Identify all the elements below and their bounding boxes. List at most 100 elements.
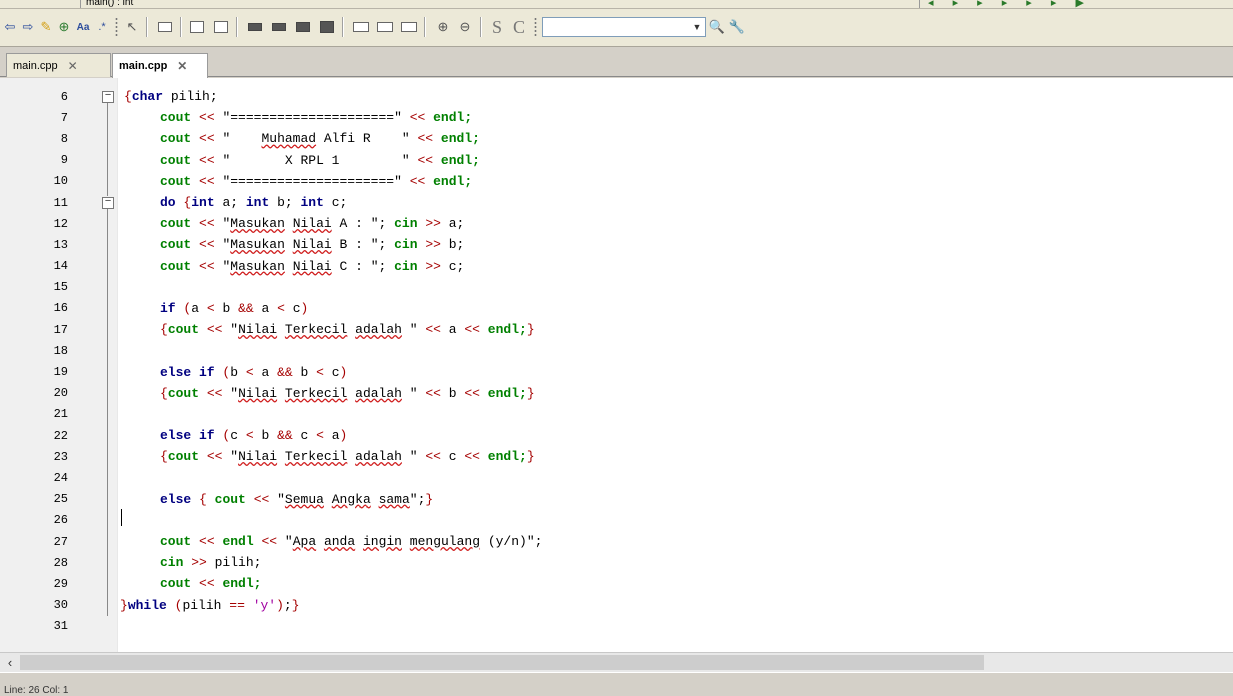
line-number: 27 — [53, 534, 68, 549]
line-number: 21 — [53, 407, 68, 422]
frame1-icon[interactable] — [352, 17, 370, 37]
line-number: 9 — [60, 153, 68, 168]
separator — [180, 17, 182, 37]
line-number: 23 — [53, 449, 68, 464]
tab-main-cpp-1[interactable]: main.cpp ✕ — [6, 53, 111, 77]
separator — [146, 17, 148, 37]
line-number: 15 — [53, 280, 68, 295]
tab-label: main.cpp — [13, 59, 58, 72]
line-number: 11 — [53, 195, 68, 210]
line-number: 24 — [53, 470, 68, 485]
wrench-icon[interactable]: 🔧 — [728, 17, 746, 37]
code-text: {cout << "Nilai Terkecil adalah " << c <… — [160, 449, 535, 465]
toggle-bookmark-icon[interactable]: ⊕ — [56, 17, 72, 37]
line-number: 19 — [53, 365, 68, 380]
close-icon[interactable]: ✕ — [68, 59, 78, 73]
code-line: 10 cout << "=====================" << en… — [0, 171, 1233, 192]
scroll-left-icon[interactable]: ‹ — [0, 653, 20, 672]
code-line: 15 — [0, 277, 1233, 298]
code-editor[interactable]: 6 − {char pilih; 7 cout << "============… — [0, 78, 1233, 652]
code-text: if (a < b && a < c) — [160, 300, 309, 316]
toolbar-grip[interactable] — [534, 17, 537, 37]
c-icon[interactable]: C — [510, 17, 528, 37]
code-line: 31 — [0, 616, 1233, 637]
code-text: do {int a; int b; int c; — [160, 195, 348, 211]
layout1-icon[interactable] — [246, 17, 264, 37]
horizontal-scrollbar[interactable]: ‹ — [0, 652, 1233, 672]
back-icon[interactable]: ⇦ — [2, 17, 18, 37]
code-line: 6 − {char pilih; — [0, 86, 1233, 107]
image-icon[interactable] — [188, 17, 206, 37]
function-combo[interactable] — [80, 0, 920, 8]
chevron-down-icon[interactable]: ▼ — [689, 18, 705, 36]
code-text: cout << endl << "Apa anda ingin mengulan… — [160, 534, 543, 550]
rect-icon[interactable] — [156, 17, 174, 37]
line-number: 8 — [60, 131, 68, 146]
status-text: Line: 26 Col: 1 — [4, 685, 69, 696]
line-number: 30 — [53, 598, 68, 613]
tab-main-cpp-2[interactable]: main.cpp ✕ — [112, 53, 208, 78]
code-text: else if (b < a && b < c) — [160, 364, 348, 380]
fold-toggle[interactable]: − — [102, 90, 114, 103]
code-line: 20 {cout << "Nilai Terkecil adalah " << … — [0, 383, 1233, 404]
code-line: 17 {cout << "Nilai Terkecil adalah " << … — [0, 319, 1233, 340]
search-icon[interactable]: 🔍 — [708, 17, 726, 37]
frame3-icon[interactable] — [400, 17, 418, 37]
zoom-in-icon[interactable]: ⊕ — [434, 17, 452, 37]
function-navigator: main() : int ◂ ▸ ▸ ▸ ▸ ▸ ▶ — [0, 0, 1233, 9]
scrollbar-thumb[interactable] — [20, 655, 984, 670]
search-input[interactable]: ▼ — [542, 17, 706, 37]
code-text: cout << endl; — [160, 576, 262, 592]
code-line: 14 cout << "Masukan Nilai C : "; cin >> … — [0, 256, 1233, 277]
function-label: main() : int — [86, 0, 134, 8]
code-text: {cout << "Nilai Terkecil adalah " << b <… — [160, 385, 535, 401]
s-icon[interactable]: S — [488, 17, 506, 37]
frame2-icon[interactable] — [376, 17, 394, 37]
line-number: 16 — [53, 301, 68, 316]
separator — [342, 17, 344, 37]
code-line: 22 else if (c < b && c < a) — [0, 425, 1233, 446]
code-line: 16 if (a < b && a < c) — [0, 298, 1233, 319]
separator — [236, 17, 238, 37]
fold-toggle[interactable]: − — [102, 196, 114, 209]
code-line: 8 cout << " Muhamad Alfi R " << endl; — [0, 128, 1233, 149]
code-text: cout << " X RPL 1 " << endl; — [160, 152, 480, 168]
regex-icon[interactable]: .* — [94, 17, 110, 37]
toolbar-grip[interactable] — [115, 17, 118, 37]
code-line: 29 cout << endl; — [0, 573, 1233, 594]
code-text: cout << "Masukan Nilai B : "; cin >> b; — [160, 237, 465, 253]
code-line: 26 — [0, 510, 1233, 531]
layout4-icon[interactable] — [318, 17, 336, 37]
code-line: 27 cout << endl << "Apa anda ingin mengu… — [0, 531, 1233, 552]
forward-icon[interactable]: ⇨ — [20, 17, 36, 37]
code-line: 25 else { cout << "Semua Angka sama";} — [0, 489, 1233, 510]
line-number: 28 — [53, 555, 68, 570]
code-line: 7 cout << "=====================" << end… — [0, 107, 1233, 128]
code-line: 12 cout << "Masukan Nilai A : "; cin >> … — [0, 213, 1233, 234]
code-line: 13 cout << "Masukan Nilai B : "; cin >> … — [0, 234, 1233, 255]
line-number: 7 — [60, 110, 68, 125]
line-number: 29 — [53, 576, 68, 591]
tab-label: main.cpp — [119, 60, 168, 72]
code-line: 30 }while (pilih == 'y');} — [0, 595, 1233, 616]
editor-tabs: main.cpp ✕ main.cpp ✕ — [0, 47, 1233, 78]
code-line: 28 cin >> pilih; — [0, 552, 1233, 573]
highlight-icon[interactable]: ✎ — [38, 17, 54, 37]
select-icon[interactable]: ↖ — [124, 17, 140, 37]
line-number: 18 — [53, 343, 68, 358]
code-text: else { cout << "Semua Angka sama";} — [160, 491, 434, 507]
text-box-icon[interactable] — [212, 17, 230, 37]
code-text: cout << "=====================" << endl; — [160, 110, 473, 126]
code-text: cout << " Muhamad Alfi R " << endl; — [160, 131, 480, 147]
zoom-out-icon[interactable]: ⊖ — [456, 17, 474, 37]
layout3-icon[interactable] — [294, 17, 312, 37]
layout2-icon[interactable] — [270, 17, 288, 37]
code-text: cout << "Masukan Nilai C : "; cin >> c; — [160, 258, 465, 274]
close-icon[interactable]: ✕ — [177, 59, 187, 73]
line-number: 20 — [53, 386, 68, 401]
line-number: 6 — [60, 89, 68, 104]
match-case-icon[interactable]: Aa — [74, 17, 92, 37]
debug-toolbar-icons[interactable]: ◂ ▸ ▸ ▸ ▸ ▸ ▶ — [928, 0, 1092, 8]
status-bar: Line: 26 Col: 1 — [0, 672, 1233, 696]
code-text: cout << "=====================" << endl; — [160, 173, 473, 189]
